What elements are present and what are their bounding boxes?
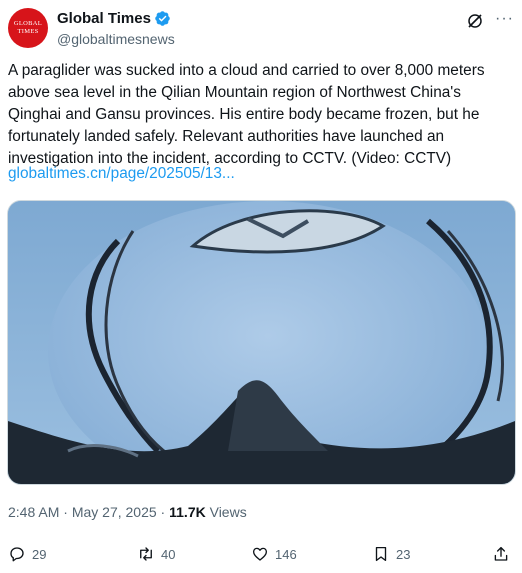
bookmark-count: 23 xyxy=(396,546,411,562)
reply-count: 29 xyxy=(32,546,47,562)
bookmark-icon xyxy=(375,546,387,562)
display-name[interactable]: Global Times xyxy=(57,10,151,27)
video-frame xyxy=(8,201,515,484)
tweet-link[interactable]: globaltimes.cn/page/202505/13... xyxy=(8,165,235,183)
meta-separator: · xyxy=(59,504,72,520)
repost-count: 40 xyxy=(161,546,176,562)
meta-separator-2: · xyxy=(156,504,170,520)
avatar-text-line2: TIMES xyxy=(17,27,39,35)
repost-button[interactable]: 40 xyxy=(137,545,175,563)
tweet-meta: 2:48 AM · May 27, 2025 · 11.7K Views xyxy=(8,504,247,520)
views-count: 11.7K xyxy=(169,504,206,520)
name-row: Global Times xyxy=(57,10,171,27)
grok-icon[interactable] xyxy=(466,12,484,30)
tweet-date[interactable]: May 27, 2025 xyxy=(72,504,157,520)
share-button[interactable] xyxy=(492,545,510,563)
account-handle[interactable]: @globaltimesnews xyxy=(57,31,175,47)
reply-button[interactable]: 29 xyxy=(8,545,46,563)
avatar[interactable]: GLOBAL TIMES xyxy=(8,8,48,48)
tweet-time[interactable]: 2:48 AM xyxy=(8,504,59,520)
views-label: Views xyxy=(205,504,247,520)
reply-icon xyxy=(10,547,24,562)
like-button[interactable]: 146 xyxy=(251,545,297,563)
avatar-text-line1: GLOBAL xyxy=(13,20,43,27)
bookmark-button[interactable]: 23 xyxy=(372,545,410,563)
like-count: 146 xyxy=(275,546,297,562)
more-icon[interactable]: ··· xyxy=(495,10,514,28)
like-icon xyxy=(252,547,268,561)
video-player[interactable] xyxy=(7,200,516,485)
tweet-text: A paraglider was sucked into a cloud and… xyxy=(8,62,485,167)
action-bar: 29 40 146 23 xyxy=(8,545,514,567)
verified-badge-icon xyxy=(155,11,170,26)
repost-icon xyxy=(140,547,152,561)
share-icon xyxy=(494,546,508,561)
tweet-header: GLOBAL TIMES Global Times @globaltimesne… xyxy=(8,8,514,48)
